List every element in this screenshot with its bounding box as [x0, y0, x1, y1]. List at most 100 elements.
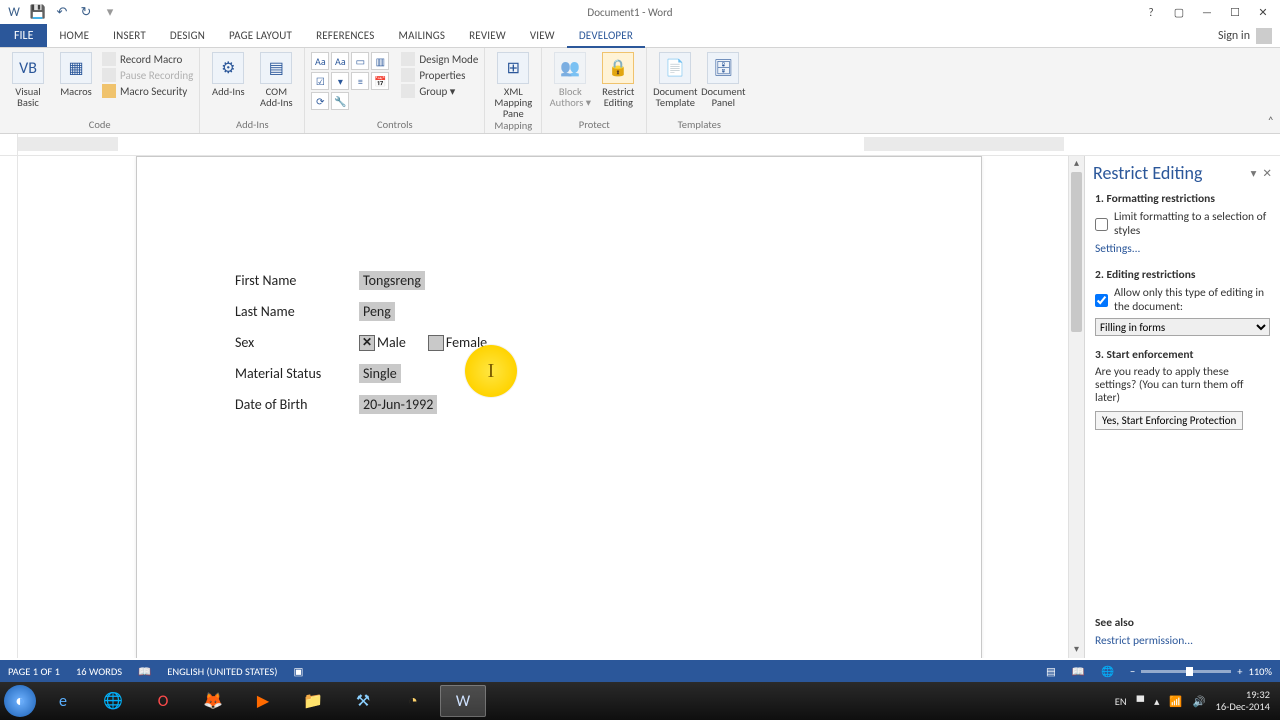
- vertical-scrollbar[interactable]: ▴ ▾: [1068, 156, 1084, 658]
- date-control-icon[interactable]: 📅: [371, 72, 389, 90]
- status-language[interactable]: ENGLISH (UNITED STATES): [167, 665, 277, 678]
- restrict-editing-button[interactable]: 🔒RestrictEditing: [596, 50, 640, 108]
- qat-dropdown-icon[interactable]: ▾: [102, 4, 118, 20]
- redo-icon[interactable]: ↻: [78, 4, 94, 20]
- plain-text-control-icon[interactable]: Aa: [331, 52, 349, 70]
- page[interactable]: First Name Tongsreng Last Name Peng Sex …: [136, 156, 982, 658]
- editing-type-select[interactable]: Filling in forms: [1095, 318, 1270, 336]
- properties-button[interactable]: Properties: [401, 68, 478, 82]
- save-icon[interactable]: 💾: [30, 4, 46, 20]
- tray-network-icon[interactable]: 📶: [1169, 695, 1182, 708]
- combobox-control-icon[interactable]: ▾: [331, 72, 349, 90]
- document-panel-button[interactable]: 🗄DocumentPanel: [701, 50, 745, 108]
- ribbon-options-icon[interactable]: ▢: [1170, 6, 1188, 19]
- document-template-button[interactable]: 📄DocumentTemplate: [653, 50, 697, 108]
- scroll-up-icon[interactable]: ▴: [1069, 156, 1084, 172]
- taskbar-explorer[interactable]: 📁: [290, 685, 336, 717]
- editing-restrictions-input[interactable]: [1095, 287, 1108, 314]
- proofing-icon[interactable]: 📖: [138, 665, 151, 678]
- building-block-control-icon[interactable]: ▥: [371, 52, 389, 70]
- tray-clock[interactable]: 19:32 16-Dec-2014: [1216, 689, 1270, 713]
- checkbox-control-icon[interactable]: ☑: [311, 72, 329, 90]
- xml-mapping-button[interactable]: ⊞XML MappingPane: [491, 50, 535, 119]
- document-area[interactable]: First Name Tongsreng Last Name Peng Sex …: [18, 156, 1068, 658]
- legacy-tools-icon[interactable]: 🔧: [331, 92, 349, 110]
- start-button[interactable]: ◐: [4, 685, 36, 717]
- tray-flag-icon[interactable]: ▀: [1137, 695, 1144, 708]
- record-macro-button[interactable]: Record Macro: [102, 52, 193, 66]
- marital-status-field[interactable]: Single: [359, 364, 401, 383]
- tab-references[interactable]: REFERENCES: [304, 24, 386, 47]
- sign-in[interactable]: Sign in: [1210, 24, 1280, 47]
- zoom-control[interactable]: − + 110%: [1130, 665, 1272, 678]
- tab-developer[interactable]: DEVELOPER: [567, 25, 645, 48]
- taskbar-firefox[interactable]: 🦊: [190, 685, 236, 717]
- addins-button[interactable]: ⚙Add-Ins: [206, 50, 250, 97]
- taskbar-app1[interactable]: ⚒: [340, 685, 386, 717]
- view-print-icon[interactable]: ▤: [1046, 665, 1056, 678]
- system-tray[interactable]: EN ▀ ▴ 📶 🔊 19:32 16-Dec-2014: [1115, 689, 1276, 713]
- status-page[interactable]: PAGE 1 OF 1: [8, 665, 60, 678]
- horizontal-ruler[interactable]: [18, 134, 1280, 155]
- tray-volume-icon[interactable]: 🔊: [1192, 695, 1205, 708]
- zoom-slider[interactable]: [1141, 670, 1231, 673]
- taskbar-app2[interactable]: ◔: [390, 685, 436, 717]
- tab-home[interactable]: HOME: [47, 24, 101, 47]
- tab-design[interactable]: DESIGN: [158, 24, 217, 47]
- taskbar-ie[interactable]: e: [40, 685, 86, 717]
- tab-mailings[interactable]: MAILINGS: [386, 24, 457, 47]
- restrict-permission-link[interactable]: Restrict permission...: [1095, 634, 1193, 648]
- close-icon[interactable]: ✕: [1254, 6, 1272, 19]
- scroll-thumb[interactable]: [1071, 172, 1082, 332]
- last-name-field[interactable]: Peng: [359, 302, 395, 321]
- first-name-field[interactable]: Tongsreng: [359, 271, 425, 290]
- rich-text-control-icon[interactable]: Aa: [311, 52, 329, 70]
- macro-status-icon[interactable]: ▣: [293, 665, 303, 678]
- editing-restrictions-checkbox[interactable]: Allow only this type of editing in the d…: [1095, 286, 1270, 314]
- start-enforcing-button[interactable]: Yes, Start Enforcing Protection: [1095, 411, 1243, 430]
- zoom-value[interactable]: 110%: [1249, 665, 1272, 678]
- tray-lang[interactable]: EN: [1115, 695, 1127, 708]
- macro-security-button[interactable]: Macro Security: [102, 84, 193, 98]
- taskbar-opera[interactable]: O: [140, 685, 186, 717]
- macros-button[interactable]: ▦Macros: [54, 50, 98, 97]
- com-addins-button[interactable]: ▤COMAdd-Ins: [254, 50, 298, 108]
- taskbar-media[interactable]: ▶: [240, 685, 286, 717]
- tab-page-layout[interactable]: PAGE LAYOUT: [217, 24, 304, 47]
- settings-link[interactable]: Settings...: [1095, 242, 1140, 256]
- tray-chevron-icon[interactable]: ▴: [1154, 695, 1159, 708]
- pause-recording-button[interactable]: Pause Recording: [102, 68, 193, 82]
- design-mode-button[interactable]: Design Mode: [401, 52, 478, 66]
- tab-insert[interactable]: INSERT: [101, 24, 158, 47]
- formatting-restrictions-input[interactable]: [1095, 211, 1108, 238]
- male-checkbox[interactable]: ✕: [359, 335, 375, 351]
- zoom-thumb[interactable]: [1186, 667, 1193, 676]
- vertical-ruler[interactable]: [0, 156, 18, 658]
- status-words[interactable]: 16 WORDS: [76, 665, 122, 678]
- tab-review[interactable]: REVIEW: [457, 24, 518, 47]
- undo-icon[interactable]: ↶: [54, 4, 70, 20]
- view-read-icon[interactable]: 📖: [1072, 665, 1085, 678]
- tab-view[interactable]: VIEW: [518, 24, 567, 47]
- zoom-out-icon[interactable]: −: [1130, 665, 1135, 678]
- minimize-icon[interactable]: —: [1198, 6, 1216, 19]
- taskbar-browser[interactable]: 🌐: [90, 685, 136, 717]
- pane-dropdown-icon[interactable]: ▾: [1251, 166, 1257, 181]
- taskbar-word[interactable]: W: [440, 685, 486, 717]
- dropdown-control-icon[interactable]: ≡: [351, 72, 369, 90]
- picture-control-icon[interactable]: ▭: [351, 52, 369, 70]
- pane-close-icon[interactable]: ✕: [1262, 166, 1272, 181]
- repeating-control-icon[interactable]: ⟳: [311, 92, 329, 110]
- collapse-ribbon-icon[interactable]: ˄: [1268, 115, 1274, 129]
- female-checkbox[interactable]: [428, 335, 444, 351]
- scroll-down-icon[interactable]: ▾: [1069, 642, 1084, 658]
- visual-basic-button[interactable]: VBVisualBasic: [6, 50, 50, 108]
- group-button[interactable]: Group ▾: [401, 84, 478, 98]
- maximize-icon[interactable]: ☐: [1226, 6, 1244, 19]
- dob-field[interactable]: 20-Jun-1992: [359, 395, 437, 414]
- view-web-icon[interactable]: 🌐: [1101, 665, 1114, 678]
- block-authors-button[interactable]: 👥BlockAuthors ▾: [548, 50, 592, 108]
- zoom-in-icon[interactable]: +: [1237, 665, 1242, 678]
- help-icon[interactable]: ?: [1142, 6, 1160, 19]
- formatting-restrictions-checkbox[interactable]: Limit formatting to a selection of style…: [1095, 210, 1270, 238]
